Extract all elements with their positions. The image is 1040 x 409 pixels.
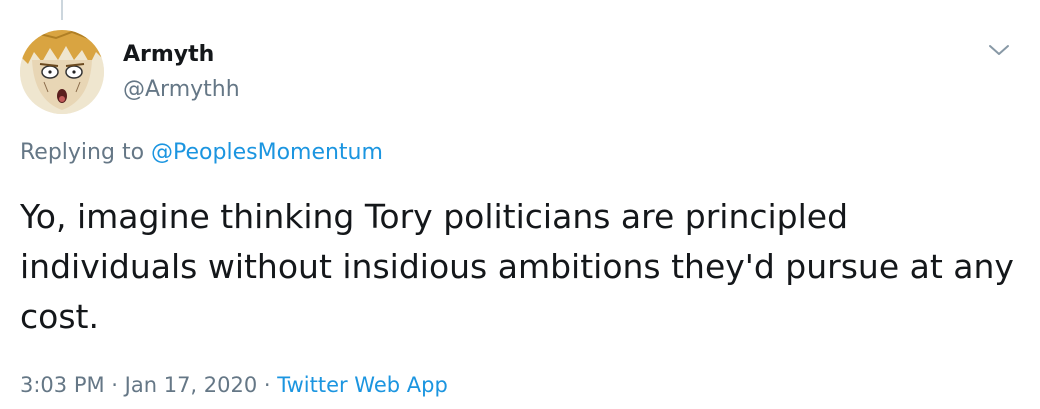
tweet-source-link[interactable]: Twitter Web App [277,373,448,397]
avatar[interactable] [20,30,104,114]
thread-connector-line [61,0,63,20]
meta-separator: · [104,373,125,397]
tweet-date[interactable]: Jan 17, 2020 [125,373,258,397]
anime-face-avatar-icon [20,30,104,114]
tweet-card: Armyth @Armythh Replying to @PeoplesMome… [0,0,1040,409]
reply-mention-link[interactable]: @PeoplesMomentum [151,140,383,165]
tweet-text: Yo, imagine thinking Tory politicians ar… [20,197,1014,336]
tweet-metadata: 3:03 PM · Jan 17, 2020 · Twitter Web App [20,371,448,399]
author-display-name[interactable]: Armyth [123,41,214,69]
meta-separator: · [257,373,278,397]
author-handle[interactable]: @Armythh [123,76,240,104]
chevron-down-icon[interactable] [986,40,1012,60]
replying-to-line: Replying to @PeoplesMomentum [20,139,383,167]
tweet-time[interactable]: 3:03 PM [20,373,105,397]
replying-to-label: Replying to [20,140,152,165]
